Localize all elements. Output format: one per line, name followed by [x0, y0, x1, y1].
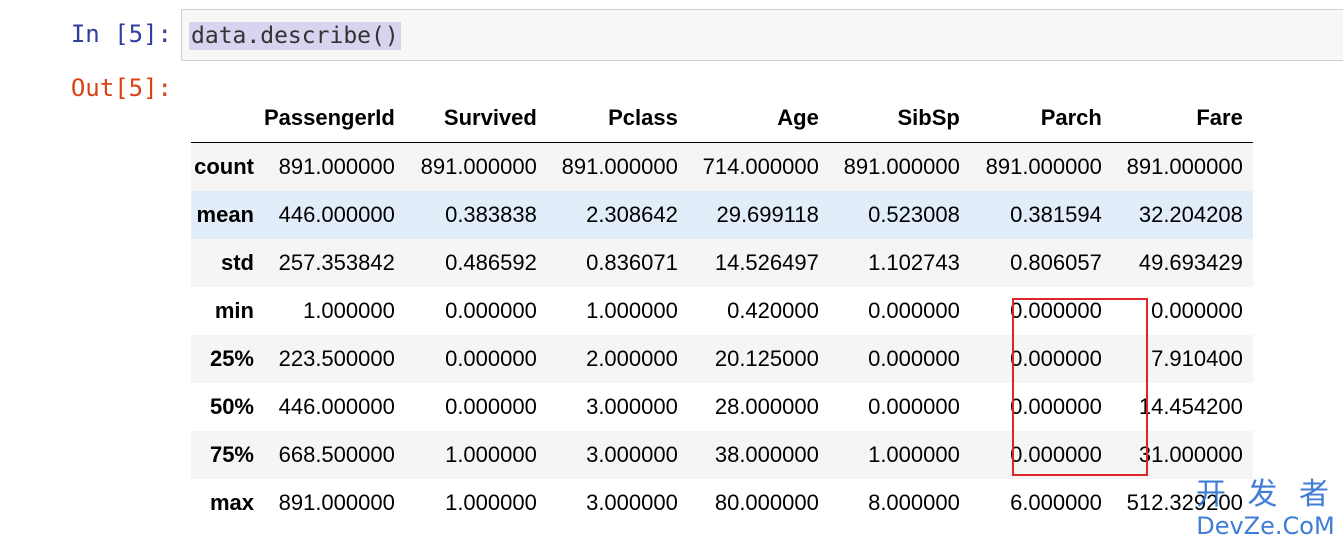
table-cell: 446.000000 — [278, 202, 395, 227]
watermark-top: 开 发 者 — [1195, 477, 1335, 512]
table-cell: 668.500000 — [278, 442, 395, 467]
table-cell: 0.000000 — [1010, 442, 1102, 467]
table-cell: 1.000000 — [445, 442, 537, 467]
table-row: mean 446.000000 0.383838 2.308642 29.699118 0… — [191, 191, 1253, 239]
watermark-bottom: DevZe.CoM — [1196, 512, 1335, 540]
table-cell: 891.000000 — [278, 154, 395, 179]
code-input-area[interactable]: data.describe() — [181, 9, 1343, 61]
row-label: min — [214, 298, 254, 323]
table-row: 25% 223.500000 0.000000 2.000000 20.125000 0.… — [191, 335, 1253, 383]
row-label: 25% — [209, 346, 254, 371]
row-label: count — [194, 154, 254, 179]
column-header: PassengerId — [264, 94, 405, 143]
table-cell: 31.000000 — [1138, 442, 1243, 467]
table-cell: 3.000000 — [586, 442, 678, 467]
header-row: PassengerId Survived Pclass Age SibSp Pa… — [191, 94, 1253, 143]
table-cell: 8.000000 — [868, 490, 960, 515]
column-header: Survived — [404, 94, 547, 143]
table-cell: 2.000000 — [586, 346, 678, 371]
table-cell: 3.000000 — [586, 394, 678, 419]
table-cell: 7.910400 — [1151, 346, 1243, 371]
table-cell: 38.000000 — [714, 442, 819, 467]
table-cell: 6.000000 — [1010, 490, 1102, 515]
table-cell: 0.486592 — [445, 250, 537, 275]
row-label: 50% — [209, 394, 254, 419]
table-cell: 32.204208 — [1138, 202, 1243, 227]
table-cell: 14.526497 — [714, 250, 819, 275]
table-row: count 891.000000 891.000000 891.000000 714.0… — [191, 142, 1253, 191]
describe-table: PassengerId Survived Pclass Age SibSp Pa… — [191, 94, 1253, 527]
column-header: Fare — [1111, 94, 1253, 143]
table-cell: 3.000000 — [586, 490, 678, 515]
table-cell: 1.102743 — [868, 250, 960, 275]
index-header — [191, 94, 264, 143]
output-prompt: Out[5]: — [70, 74, 172, 102]
table-row: max 891.000000 1.000000 3.000000 80.000000 8.… — [191, 479, 1253, 527]
table-cell: 0.836071 — [586, 250, 678, 275]
column-header: Parch — [969, 94, 1112, 143]
table-cell: 1.000000 — [586, 298, 678, 323]
table-cell: 1.000000 — [445, 490, 537, 515]
table-row: 50% 446.000000 0.000000 3.000000 28.000000 0.… — [191, 383, 1253, 431]
table-cell: 891.000000 — [1126, 154, 1243, 179]
table-cell: 0.000000 — [1151, 298, 1243, 323]
table-cell: 0.000000 — [445, 394, 537, 419]
input-prompt: In [5]: — [70, 20, 172, 48]
table-cell: 0.000000 — [868, 346, 960, 371]
table-cell: 0.383838 — [445, 202, 537, 227]
table-cell: 446.000000 — [278, 394, 395, 419]
table-cell: 891.000000 — [278, 490, 395, 515]
table-cell: 0.000000 — [445, 298, 537, 323]
table-cell: 891.000000 — [843, 154, 960, 179]
table-cell: 0.381594 — [1010, 202, 1102, 227]
table-cell: 0.000000 — [1010, 346, 1102, 371]
table-cell: 2.308642 — [586, 202, 678, 227]
table-row: min 1.000000 0.000000 1.000000 0.420000 0.000… — [191, 287, 1253, 335]
table-cell: 891.000000 — [985, 154, 1102, 179]
row-label: mean — [196, 202, 254, 227]
table-cell: 0.000000 — [1010, 394, 1102, 419]
table-cell: 0.000000 — [445, 346, 537, 371]
column-header: SibSp — [828, 94, 970, 143]
table-cell: 891.000000 — [561, 154, 678, 179]
table-cell: 223.500000 — [278, 346, 395, 371]
table-cell: 0.523008 — [868, 202, 960, 227]
table-cell: 714.000000 — [702, 154, 819, 179]
table-cell: 891.000000 — [420, 154, 537, 179]
table-cell: 20.125000 — [714, 346, 819, 371]
code-text[interactable]: data.describe() — [189, 22, 401, 50]
row-label: std — [221, 250, 254, 275]
table-cell: 0.420000 — [727, 298, 819, 323]
row-label: max — [209, 490, 254, 515]
table-cell: 1.000000 — [868, 442, 960, 467]
column-header: Age — [687, 94, 829, 143]
table-cell: 49.693429 — [1138, 250, 1243, 275]
table-row: std 257.353842 0.486592 0.836071 14.526497 1.… — [191, 239, 1253, 287]
site-watermark: 开 发 者 DevZe.CoM — [1195, 477, 1335, 541]
column-header: Pclass — [546, 94, 688, 143]
table-cell: 0.000000 — [1010, 298, 1102, 323]
table-cell: 80.000000 — [714, 490, 819, 515]
table-cell: 257.353842 — [278, 250, 395, 275]
table-cell: 14.454200 — [1138, 394, 1243, 419]
table-cell: 29.699118 — [716, 202, 819, 227]
table-cell: 0.000000 — [868, 298, 960, 323]
table-cell: 28.000000 — [714, 394, 819, 419]
table-cell: 0.000000 — [868, 394, 960, 419]
table-cell: 0.806057 — [1010, 250, 1102, 275]
row-label: 75% — [209, 442, 254, 467]
table-cell: 1.000000 — [303, 298, 395, 323]
table-row: 75% 668.500000 1.000000 3.000000 38.000000 1.… — [191, 431, 1253, 479]
